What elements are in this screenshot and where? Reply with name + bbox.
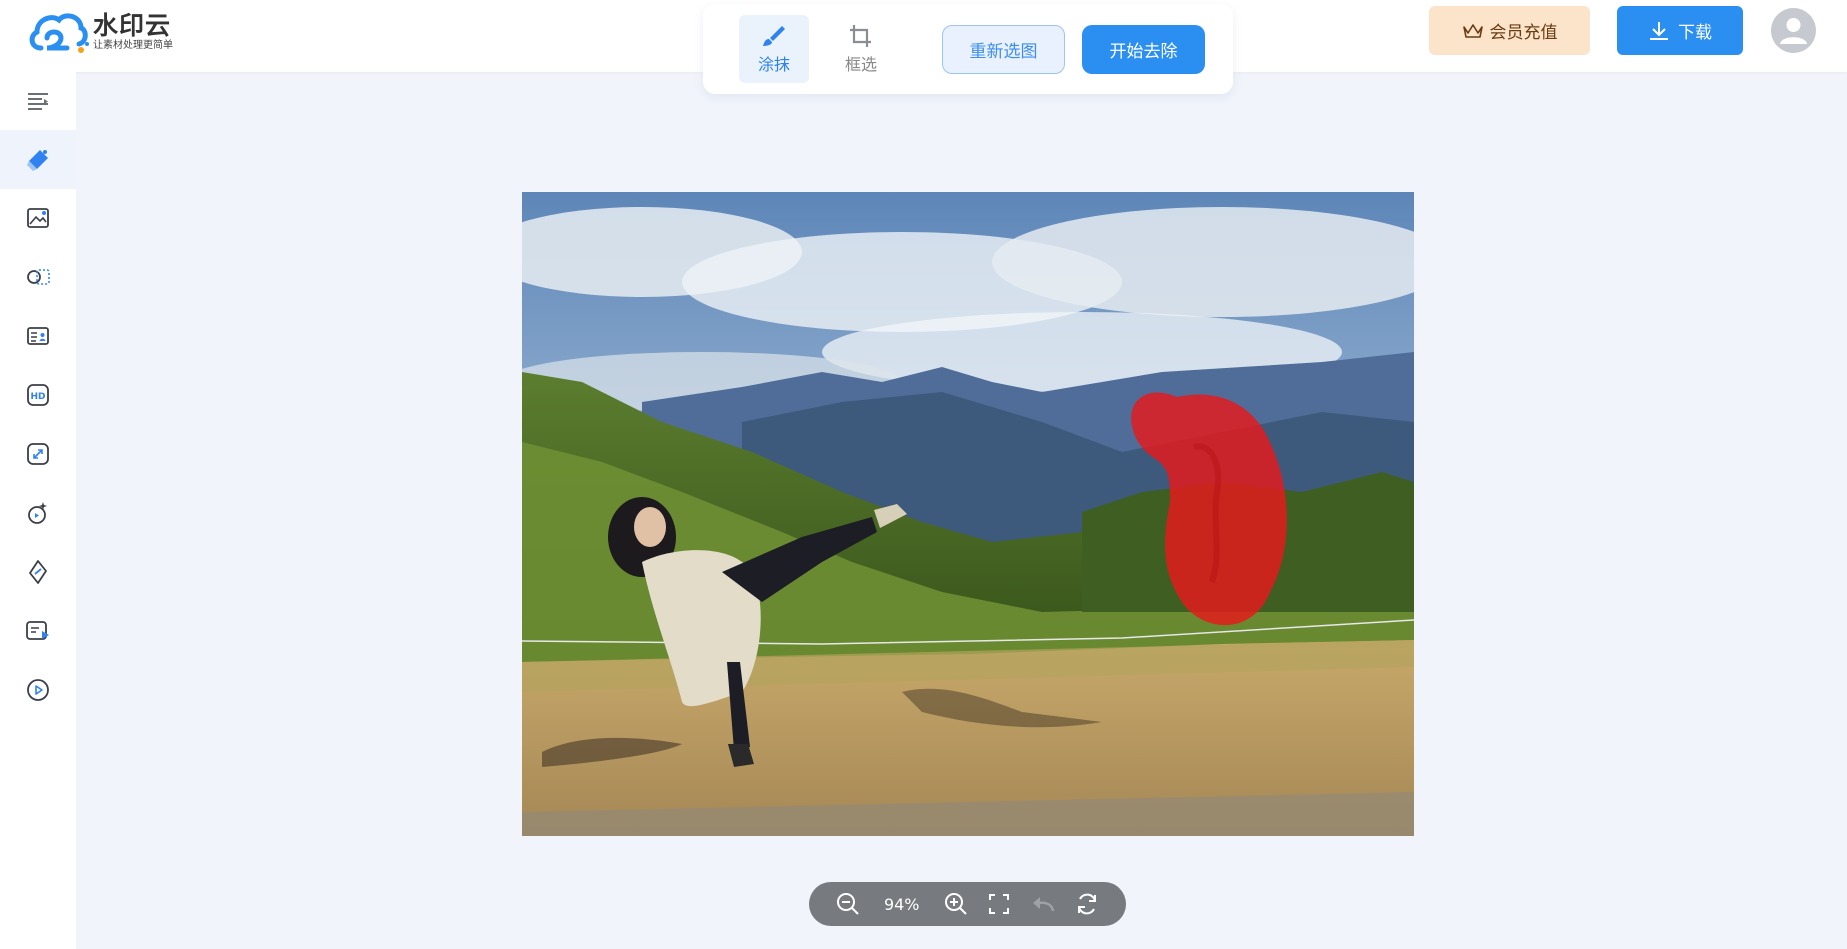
crop-icon [850,25,871,47]
sidebar-item-image-edit[interactable] [0,189,76,247]
reselect-image-button[interactable]: 重新选图 [942,25,1065,74]
cloud-logo-icon [29,13,89,53]
download-label: 下载 [1678,23,1712,43]
refresh-icon [1078,893,1097,915]
sidebar-item-video-text[interactable] [0,602,76,660]
id-card-icon [27,327,49,345]
sidebar-item-cutout[interactable] [0,248,76,306]
tool-box-select-label: 框选 [844,55,877,74]
zoom-toolbar: 94% [809,882,1126,926]
tool-sidebar: HD [0,72,76,949]
download-icon [1650,21,1668,40]
fit-screen-button[interactable] [984,889,1014,919]
user-icon [1780,18,1807,44]
link-icon [29,560,47,584]
user-avatar[interactable] [1771,8,1816,53]
top-header: 水印云 让素材处理更简单 涂抹 框选 重新选图 开始去除 会员充值 下载 [0,0,1847,94]
app-tagline: 让素材处理更简单 [93,40,173,51]
sidebar-item-hd[interactable]: HD [0,366,76,424]
fullscreen-icon [989,894,1010,914]
sidebar-item-expand[interactable] [0,425,76,483]
zoom-out-icon [836,893,859,915]
sidebar-item-id-photo[interactable] [0,307,76,365]
vip-recharge-label: 会员充值 [1489,23,1558,43]
undo-icon [1033,897,1055,912]
sidebar-item-collapse[interactable] [0,72,76,130]
app-logo[interactable]: 水印云 让素材处理更简单 [27,8,187,56]
expand-icon [27,443,49,465]
reset-button[interactable] [1072,889,1102,919]
menu-collapse-icon [28,93,48,110]
start-remove-button[interactable]: 开始去除 [1082,25,1205,74]
cutout-icon [27,269,50,285]
edit-toolbar: 涂抹 框选 重新选图 开始去除 [703,4,1233,94]
svg-text:HD: HD [30,392,45,402]
hd-icon: HD [27,384,49,406]
sidebar-item-play[interactable] [0,661,76,719]
zoom-level: 94% [883,894,920,914]
brush-icon [763,26,785,46]
sidebar-item-eraser[interactable] [0,130,76,189]
zoom-in-icon [944,893,967,915]
zoom-in-button[interactable] [941,889,971,919]
crown-icon [1462,23,1483,38]
app-title: 水印云 [93,11,172,40]
sidebar-item-link[interactable] [0,543,76,601]
eraser-icon [27,149,48,171]
vip-recharge-button[interactable]: 会员充值 [1429,6,1590,55]
tool-box-select[interactable]: 框选 [826,15,896,83]
download-button[interactable]: 下载 [1617,6,1743,55]
tool-brush[interactable]: 涂抹 [739,15,809,83]
editing-canvas[interactable] [522,192,1414,836]
video-text-icon [26,621,49,640]
tool-brush-label: 涂抹 [757,55,790,74]
image-edit-icon [27,208,49,228]
photo-image [522,192,1414,836]
magic-repair-icon [28,502,47,524]
undo-button[interactable] [1028,889,1058,919]
play-icon [27,679,49,701]
sidebar-item-repair[interactable] [0,484,76,542]
zoom-out-button[interactable] [833,889,863,919]
